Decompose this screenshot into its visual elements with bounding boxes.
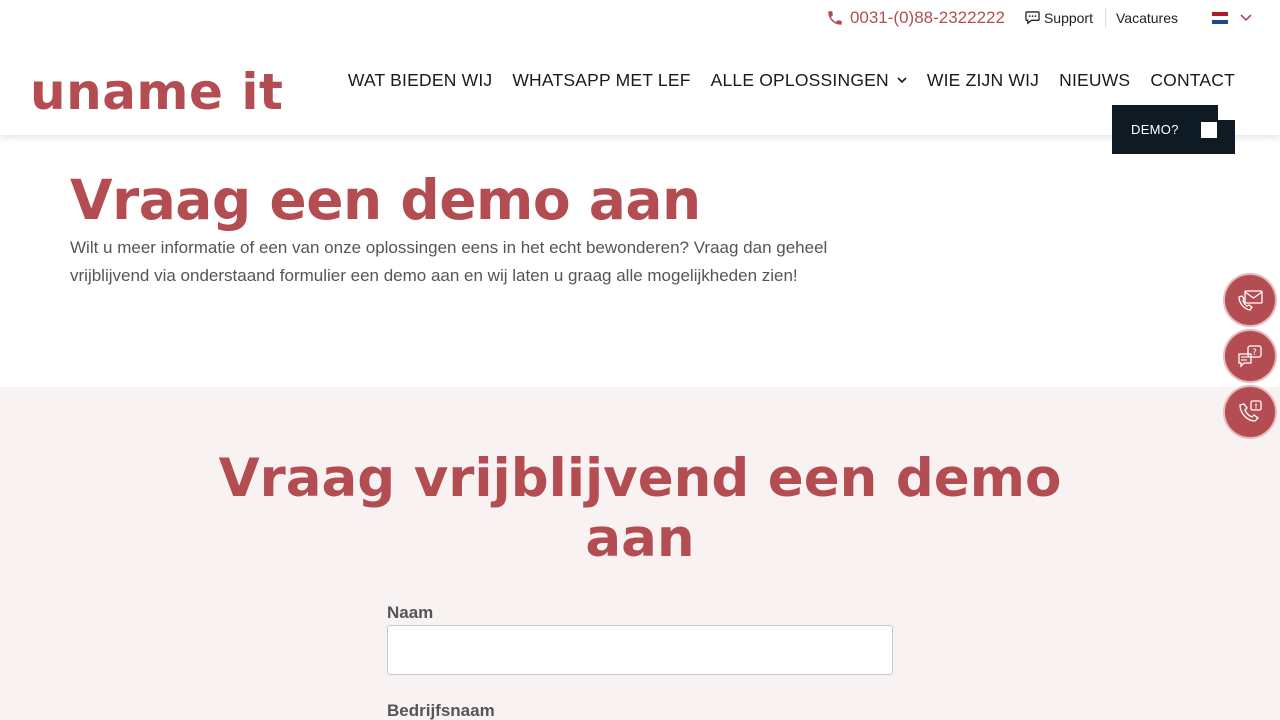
- nav-item-alle-oplossingen-label: ALLE OPLOSSINGEN: [710, 70, 889, 90]
- language-selector[interactable]: [1212, 12, 1252, 24]
- phone-link[interactable]: 0031-(0)88-2322222: [826, 8, 1005, 28]
- main-nav: WAT BIEDEN WIJ WHATSAPP MET LEF ALLE OPL…: [348, 70, 1235, 91]
- name-input[interactable]: [387, 625, 893, 675]
- demo-button-label: DEMO?: [1131, 122, 1179, 137]
- mail-contact-icon: [1238, 290, 1263, 311]
- form-title: Vraag vrijblijvend een demo aan: [218, 448, 1062, 569]
- phone-number: 0031-(0)88-2322222: [849, 8, 1005, 27]
- nav-item-whatsapp-met-lef[interactable]: WHATSAPP MET LEF: [512, 70, 690, 91]
- nav-item-contact[interactable]: CONTACT: [1150, 70, 1235, 91]
- hero-text: Wilt u meer informatie of een van onze o…: [70, 238, 828, 285]
- side-chat-button[interactable]: ?: [1225, 331, 1275, 381]
- demo-form-section: Vraag vrijblijvend een demo aan Naam Bed…: [0, 387, 1280, 720]
- phone-contact-icon: [1239, 400, 1262, 422]
- support-label: Support: [1043, 10, 1093, 26]
- nav-item-nieuws[interactable]: NIEUWS: [1059, 70, 1130, 91]
- hero-section: Vraag een demo aan Wilt u meer informati…: [70, 170, 860, 290]
- chat-icon: [1025, 11, 1040, 25]
- svg-text:?: ?: [1252, 348, 1257, 358]
- support-link[interactable]: Support: [1025, 8, 1106, 28]
- company-label: Bedrijfsnaam: [387, 701, 495, 720]
- chevron-down-icon: [897, 77, 907, 84]
- vacatures-link[interactable]: Vacatures: [1106, 10, 1178, 26]
- phone-icon: [828, 11, 842, 25]
- side-phone-button[interactable]: [1225, 387, 1275, 437]
- top-bar: 0031-(0)88-2322222 Support Vacatures: [826, 6, 1252, 30]
- name-label: Naam: [387, 603, 434, 622]
- demo-button[interactable]: DEMO?: [1112, 105, 1235, 154]
- logo[interactable]: uname it: [30, 67, 283, 117]
- nav-item-alle-oplossingen[interactable]: ALLE OPLOSSINGEN: [711, 70, 907, 91]
- chat-question-icon: ?: [1238, 345, 1262, 368]
- chevron-down-icon: [1240, 14, 1252, 22]
- side-contact-mail-button[interactable]: [1225, 275, 1275, 325]
- nav-item-wat-bieden-wij[interactable]: WAT BIEDEN WIJ: [348, 70, 492, 91]
- site-header: 0031-(0)88-2322222 Support Vacatures una…: [0, 0, 1280, 135]
- nav-item-wie-zijn-wij[interactable]: WIE ZIJN WIJ: [927, 70, 1039, 91]
- nl-flag-icon: [1212, 12, 1228, 24]
- page-title: Vraag een demo aan: [70, 168, 701, 232]
